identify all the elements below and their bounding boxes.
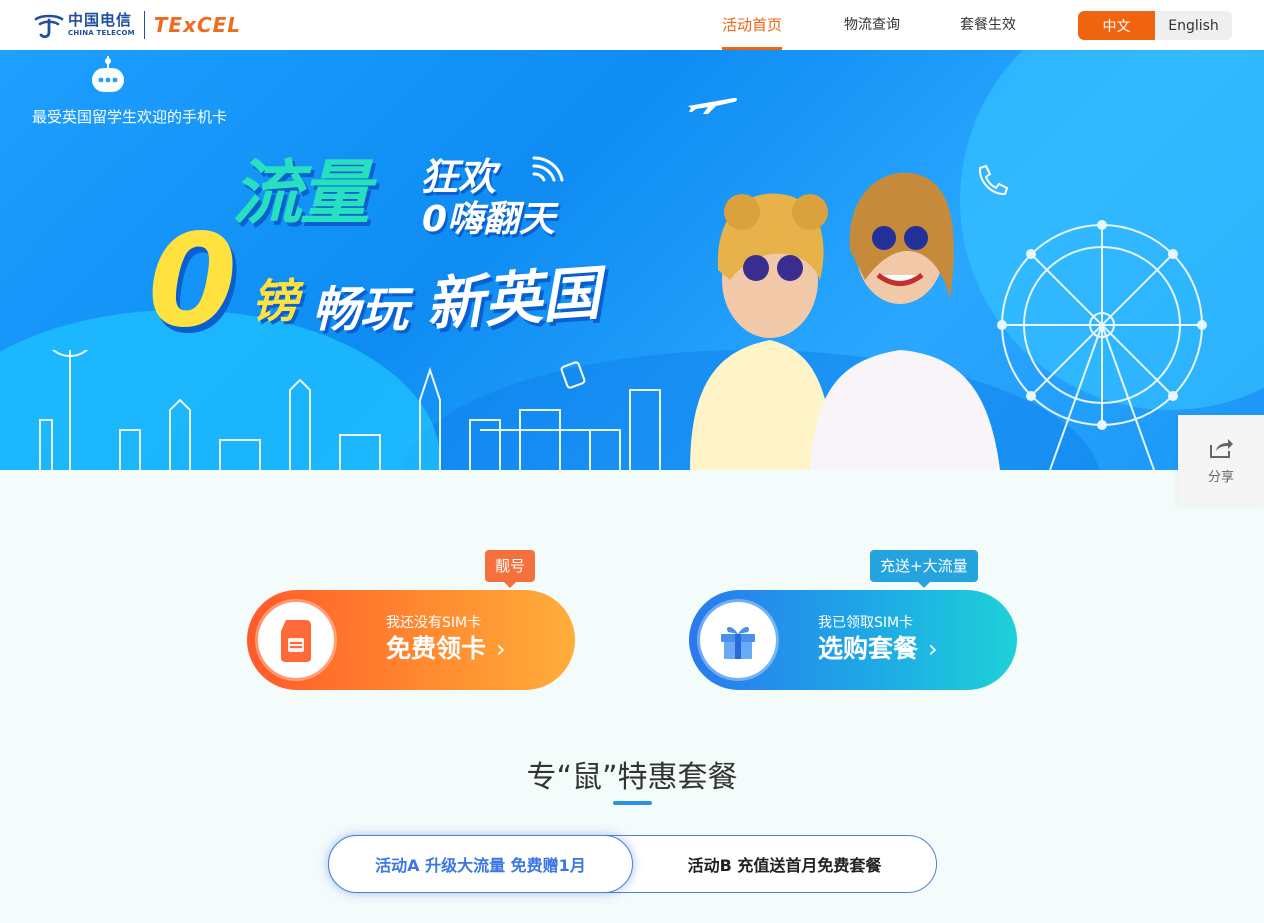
section-title-underline [613, 801, 652, 805]
gift-icon-circle [700, 602, 776, 678]
lang-english-button[interactable]: English [1155, 11, 1232, 40]
logo-text: 中国电信 CHINA TELECOM [68, 13, 135, 37]
get-free-sim-text: 我还没有SIM卡 免费领卡 › [386, 614, 506, 666]
badge-lucky-number: 靓号 [485, 550, 536, 588]
headline-flow: 流量 [232, 152, 370, 234]
hero-banner: 最受英国留学生欢迎的手机卡 流量 狂欢 0嗨翻天 0 镑 畅玩 新英国 [0, 50, 1264, 470]
badge-recharge-bonus: 充送+大流量 [870, 550, 978, 588]
buy-plan-text: 我已领取SIM卡 选购套餐 › [818, 614, 938, 666]
headline-zero: 0 [148, 207, 238, 356]
promo-tabs: 活动A 升级大流量 免费赠1月 活动B 充值送首月免费套餐 [328, 835, 937, 893]
buy-plan-subtitle: 我已领取SIM卡 [818, 615, 914, 631]
top-header: 中国电信 CHINA TELECOM TExCEL 活动首页 物流查询 套餐生效… [0, 0, 1264, 50]
lang-chinese-button[interactable]: 中文 [1078, 11, 1155, 40]
share-label: 分享 [1207, 469, 1234, 485]
headline-fun: 0嗨翻天 [422, 199, 556, 240]
nav-plan-activation[interactable]: 套餐生效 [960, 0, 1016, 50]
get-free-sim-title-row: 免费领卡 › [386, 632, 506, 666]
logo-en-name: CHINA TELECOM [68, 29, 135, 37]
buy-plan-title-row: 选购套餐 › [818, 632, 938, 666]
get-free-sim-title: 免费领卡 [386, 634, 487, 663]
chevron-right-icon: › [928, 635, 938, 663]
gift-icon [721, 627, 755, 659]
texcel-brand: TExCEL [153, 13, 242, 37]
main-nav: 活动首页 物流查询 套餐生效 [700, 0, 1016, 50]
tab-activity-a[interactable]: 活动A 升级大流量 免费赠1月 [328, 835, 633, 893]
nav-activity-home[interactable]: 活动首页 [722, 0, 783, 50]
section-title: 专“鼠”特惠套餐 [526, 760, 738, 795]
tab-activity-b[interactable]: 活动B 充值送首月免费套餐 [633, 836, 936, 892]
chevron-right-icon: › [496, 635, 506, 663]
london-skyline-illustration [39, 350, 661, 470]
get-free-sim-button[interactable]: 我还没有SIM卡 免费领卡 › [247, 590, 575, 690]
headline-pound: 镑 [252, 274, 298, 328]
brand-logo[interactable]: 中国电信 CHINA TELECOM TExCEL [32, 10, 241, 40]
buy-plan-button[interactable]: 我已领取SIM卡 选购套餐 › [689, 590, 1017, 690]
share-icon [1210, 438, 1233, 458]
banner-tagline: 最受英国留学生欢迎的手机卡 [32, 108, 228, 126]
sim-card-icon-circle [258, 602, 334, 678]
nav-logistics[interactable]: 物流查询 [844, 0, 900, 50]
china-telecom-logo-icon [34, 14, 64, 39]
hero-photo-two-girls [690, 172, 1000, 470]
headline-play: 畅玩 [312, 282, 409, 338]
chat-bubble-icon [92, 56, 124, 92]
get-free-sim-subtitle: 我还没有SIM卡 [386, 615, 482, 631]
sim-card-icon [281, 620, 311, 662]
wifi-signal-icon [532, 156, 564, 182]
share-button[interactable]: 分享 [1178, 415, 1264, 505]
airplane-icon [688, 97, 737, 114]
headline-carnival: 狂欢 [420, 155, 497, 199]
language-switch: 中文 English [1078, 11, 1232, 40]
logo-cn-name: 中国电信 [68, 11, 133, 29]
buy-plan-title: 选购套餐 [818, 634, 919, 663]
logo-divider [143, 11, 145, 39]
headline-uk: 新英国 [423, 259, 603, 339]
